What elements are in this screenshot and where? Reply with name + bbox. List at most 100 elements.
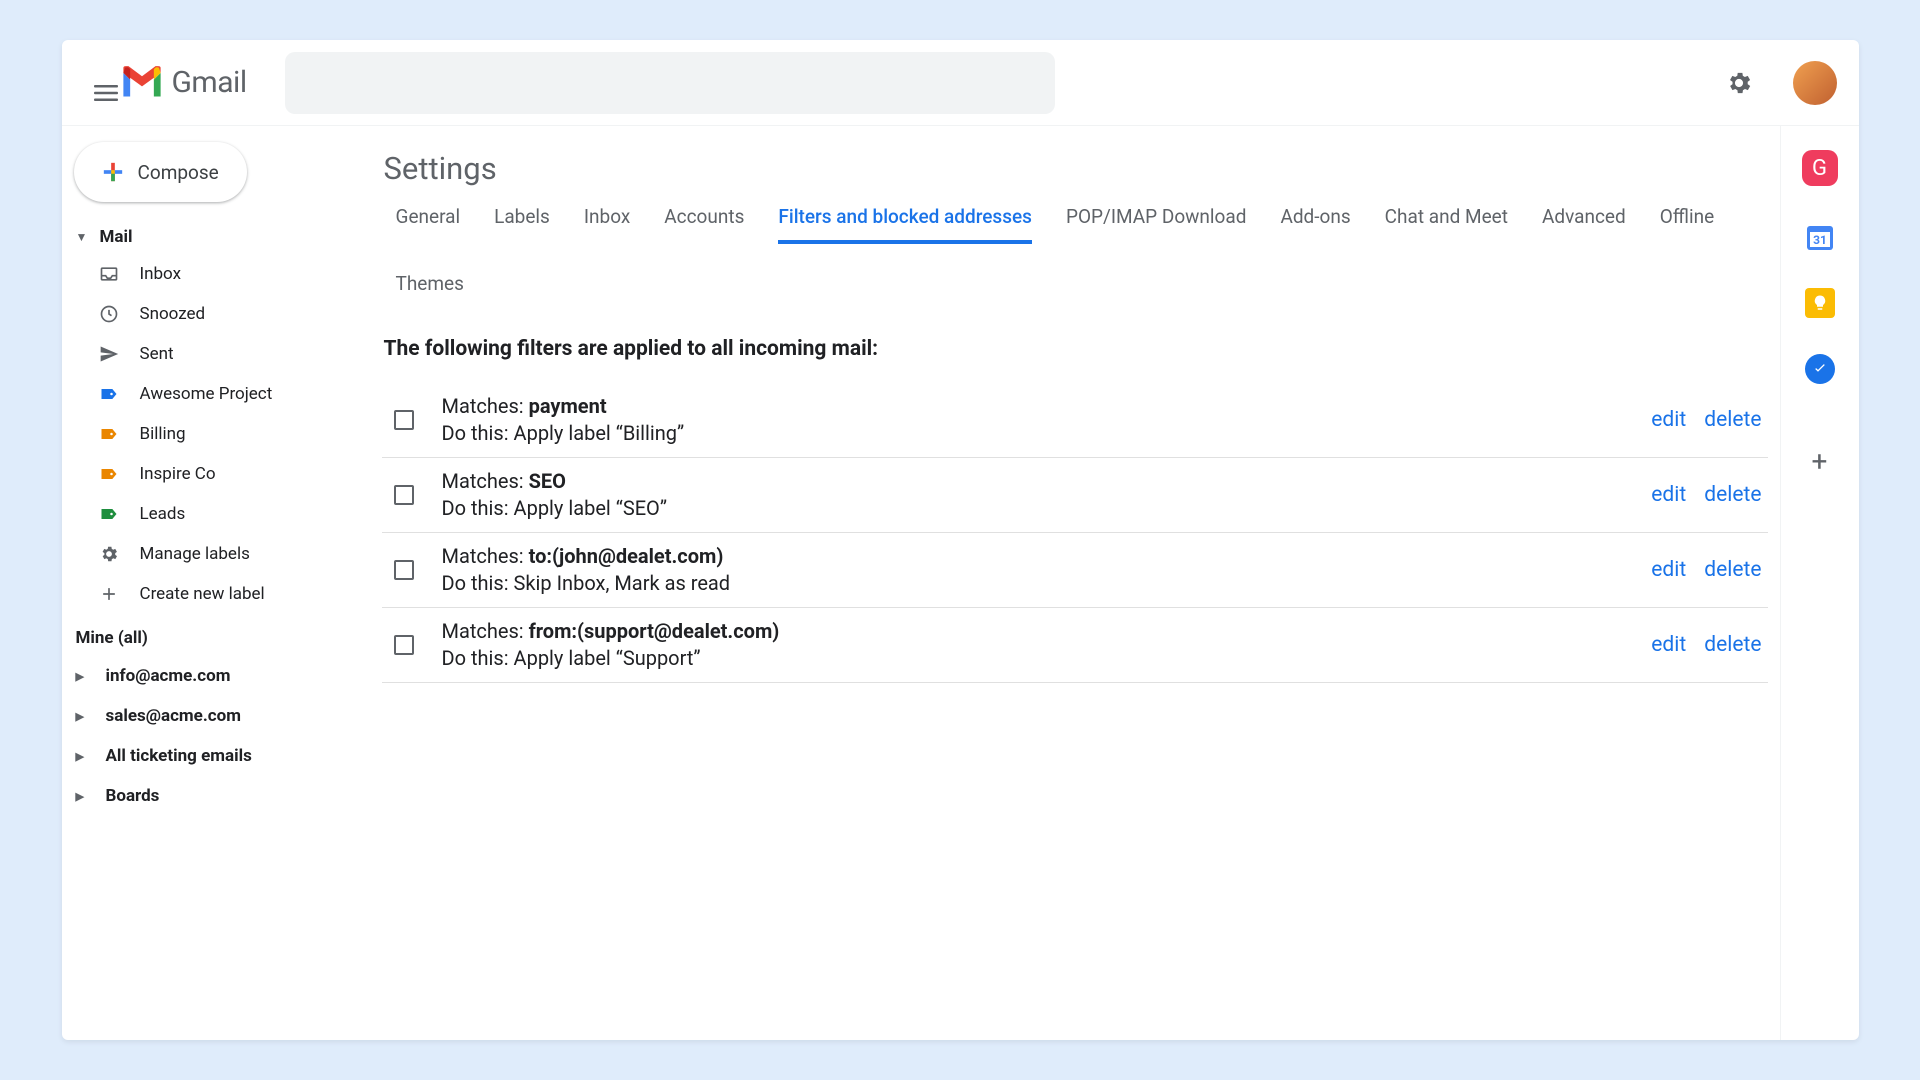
tab-chat-and-meet[interactable]: Chat and Meet [1385,205,1508,244]
compose-label: Compose [138,161,219,184]
delete-link[interactable]: delete [1704,408,1761,432]
send-icon [98,343,120,365]
matches-prefix: Matches: [442,394,529,418]
tab-general[interactable]: General [396,205,461,244]
account-avatar[interactable] [1793,61,1837,105]
filter-checkbox[interactable] [394,485,414,505]
calendar-icon[interactable]: 31 [1805,222,1835,252]
filter-checkbox[interactable] [394,635,414,655]
svg-text:31: 31 [1813,233,1827,247]
keep-icon[interactable] [1805,288,1835,318]
sidebar: Compose ▼ Mail Inbox Snoozed Sent Awesome P… [62,126,382,1040]
mine-item-label: sales@acme.com [106,706,241,726]
tab-inbox[interactable]: Inbox [584,205,630,244]
mine-item-label: All ticketing emails [106,746,252,766]
sidebar-item-leads[interactable]: Leads [62,494,382,534]
settings-tabs: General Labels Inbox Accounts Filters and bl… [382,205,1768,307]
inbox-icon [98,263,120,285]
mine-item-sales-acme-com[interactable]: ▶sales@acme.com [62,696,382,736]
sidebar-item-label: Inbox [140,264,182,284]
label-orange-icon [98,423,120,445]
label-blue-icon [98,383,120,405]
sidebar-item-sent[interactable]: Sent [62,334,382,374]
action-value: Apply label “SEO” [514,496,667,520]
compose-button[interactable]: Compose [74,142,247,202]
sidebar-item-label: Inspire Co [140,464,216,484]
mine-item-info-acme-com[interactable]: ▶info@acme.com [62,656,382,696]
dothis-prefix: Do this: [442,646,514,670]
tab-themes[interactable]: Themes [396,272,464,307]
main-content: Settings General Labels Inbox Accounts Filte… [382,126,1781,1040]
clock-icon [98,303,120,325]
sidebar-item-inspire-co[interactable]: Inspire Co [62,454,382,494]
edit-link[interactable]: edit [1651,408,1686,432]
gmail-logo[interactable]: Gmail [120,65,247,100]
sidebar-section-mail[interactable]: ▼ Mail [62,220,382,254]
filter-row: Matches: SEODo this: Apply label “SEO”ed… [382,458,1768,533]
filters-heading: The following filters are applied to all… [382,337,1768,361]
filter-row: Matches: from:(support@dealet.com)Do thi… [382,608,1768,683]
edit-link[interactable]: edit [1651,633,1686,657]
tab-offline[interactable]: Offline [1660,205,1714,244]
matches-value: payment [529,394,607,418]
sidebar-item-inbox[interactable]: Inbox [62,254,382,294]
menu-icon[interactable] [84,71,108,95]
sidebar-item-label: Sent [140,344,174,364]
filter-text: Matches: from:(support@dealet.com)Do thi… [442,618,1652,672]
edit-link[interactable]: edit [1651,558,1686,582]
sidebar-item-snoozed[interactable]: Snoozed [62,294,382,334]
filter-actions: edit delete [1651,483,1761,507]
action-value: Apply label “Support” [514,646,701,670]
header: Gmail [62,40,1859,126]
delete-link[interactable]: delete [1704,633,1761,657]
tab-accounts[interactable]: Accounts [664,205,744,244]
sidebar-item-label: Awesome Project [140,384,273,404]
sidebar-item-label: Snoozed [140,304,206,324]
tab-filters-and-blocked-addresses[interactable]: Filters and blocked addresses [778,205,1032,244]
sidebar-item-create-new-label[interactable]: Create new label [62,574,382,614]
app-frame: Gmail Compose ▼ Mail InboxSno [62,40,1859,1040]
tab-advanced[interactable]: Advanced [1542,205,1626,244]
filter-actions: edit delete [1651,408,1761,432]
dothis-prefix: Do this: [442,496,514,520]
filters-list: Matches: paymentDo this: Apply label “Bi… [382,383,1768,683]
caret-right-icon: ▶ [76,750,92,763]
caret-right-icon: ▶ [76,790,92,803]
tasks-icon[interactable] [1805,354,1835,384]
mine-item-label: Boards [106,786,160,806]
matches-prefix: Matches: [442,544,529,568]
delete-link[interactable]: delete [1704,483,1761,507]
filter-actions: edit delete [1651,558,1761,582]
body: Compose ▼ Mail Inbox Snoozed Sent Awesome P… [62,126,1859,1040]
filter-checkbox[interactable] [394,410,414,430]
mine-item-all-ticketing-emails[interactable]: ▶ All ticketing emails [62,736,382,776]
tab-add-ons[interactable]: Add-ons [1280,205,1350,244]
get-addons-icon[interactable]: + [1805,446,1835,476]
action-value: Skip Inbox, Mark as read [514,571,731,595]
plus-icon [102,161,124,183]
sidebar-item-label: Billing [140,424,186,444]
filter-checkbox[interactable] [394,560,414,580]
gear-icon [98,543,120,565]
dothis-prefix: Do this: [442,421,514,445]
mail-section-label: Mail [100,227,133,247]
plus-icon [98,583,120,605]
filter-text: Matches: to:(john@dealet.com)Do this: Sk… [442,543,1652,597]
filter-text: Matches: paymentDo this: Apply label “Bi… [442,393,1652,447]
tab-labels[interactable]: Labels [494,205,550,244]
sidebar-item-manage-labels[interactable]: Manage labels [62,534,382,574]
sidebar-item-awesome-project[interactable]: Awesome Project [62,374,382,414]
matches-value: SEO [529,469,566,493]
tab-pop-imap-download[interactable]: POP/IMAP Download [1066,205,1246,244]
edit-link[interactable]: edit [1651,483,1686,507]
settings-gear-icon[interactable] [1725,69,1753,97]
caret-right-icon: ▶ [76,670,92,683]
mine-item-boards[interactable]: ▶ Boards [62,776,382,816]
addon-icon-1[interactable]: G [1802,150,1838,186]
sidebar-item-billing[interactable]: Billing [62,414,382,454]
search-input[interactable] [285,52,1055,114]
mine-section-header: Mine (all) [62,614,382,656]
delete-link[interactable]: delete [1704,558,1761,582]
page-title: Settings [382,150,1768,187]
side-panel: G 31 + [1781,126,1859,1040]
